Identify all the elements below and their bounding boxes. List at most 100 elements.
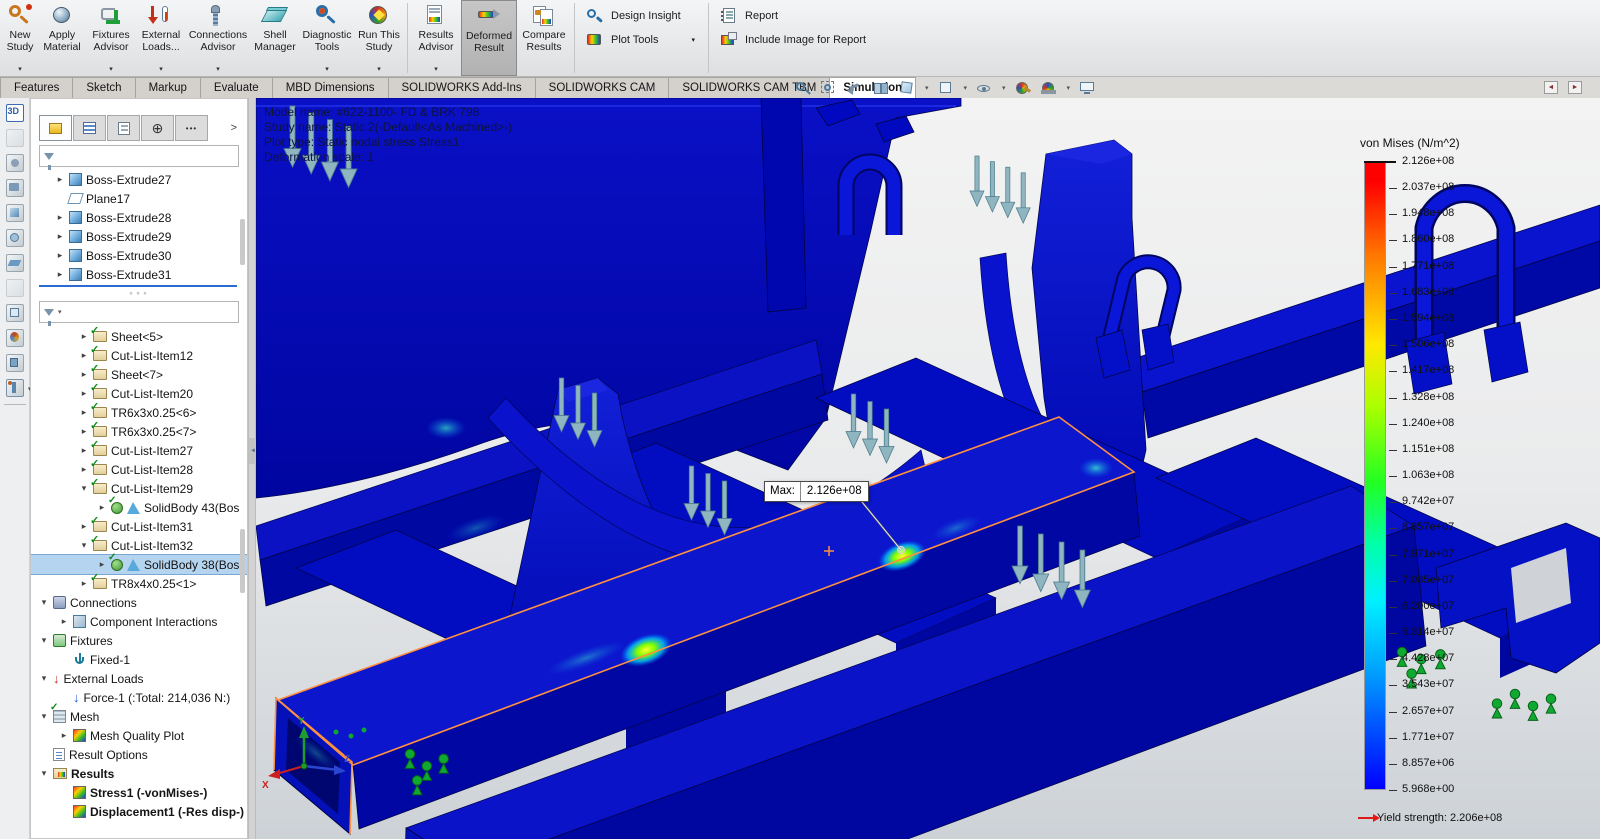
expand-icon[interactable]: ▸ [79, 388, 89, 399]
panel-tab-more[interactable]: ••• [175, 115, 208, 141]
panel-tab-propertymanager[interactable] [73, 115, 106, 141]
previous-view-icon[interactable] [847, 81, 864, 96]
expand-icon[interactable]: ▾ [39, 597, 49, 608]
sidebar-tool-icon-10[interactable] [5, 328, 25, 348]
sidebar-tool-icon-7[interactable] [5, 253, 25, 273]
expand-icon[interactable]: ▸ [79, 350, 89, 361]
tab-markup[interactable]: Markup [135, 77, 201, 98]
expand-icon[interactable]: ▾ [39, 635, 49, 646]
run-this-study-button[interactable]: Run This Study ▾ [354, 0, 404, 76]
tree-item-boss-extrude30[interactable]: ▸ Boss-Extrude30 [31, 246, 247, 265]
include-image-for-report-button[interactable]: Include Image for Report [720, 32, 866, 48]
expand-icon[interactable]: ▸ [79, 445, 89, 456]
dropdown-icon[interactable]: ▾ [18, 66, 22, 76]
expand-icon[interactable]: ▸ [79, 578, 89, 589]
tab-scroll-right-button[interactable]: ► [1568, 81, 1582, 94]
panel-viewport-splitter[interactable]: ◄ [248, 98, 257, 839]
dropdown-icon[interactable]: ▾ [58, 308, 62, 316]
dropdown-icon[interactable]: ▾ [216, 66, 220, 76]
tree-item-displacement1[interactable]: Displacement1 (-Res disp-) [31, 802, 247, 821]
deformed-result-button[interactable]: Deformed Result [461, 0, 517, 76]
tree-item-component-interactions[interactable]: ▸ Component Interactions [31, 612, 247, 631]
expand-icon[interactable]: ▾ [39, 673, 49, 684]
panel-tab-configurationmanager[interactable] [107, 115, 140, 141]
fixtures-advisor-button[interactable]: Fixtures Advisor ▾ [86, 0, 136, 76]
tree-item-cutlist12[interactable]: ▸Cut-List-Item12 [31, 343, 247, 365]
expand-icon[interactable]: ▸ [97, 559, 107, 570]
tree-item-cutlist31[interactable]: ▸Cut-List-Item31 [31, 514, 247, 536]
view-orientation-icon[interactable] [899, 80, 916, 96]
sidebar-tool-icon-6[interactable] [5, 228, 25, 248]
dropdown-icon[interactable]: ▾ [1002, 84, 1006, 92]
display-style-icon[interactable] [938, 81, 955, 96]
dropdown-icon[interactable]: ▾ [925, 84, 929, 92]
tree-item-stress1[interactable]: Stress1 (-vonMises-) [31, 783, 247, 802]
edit-appearance-icon[interactable] [1015, 81, 1032, 96]
sidebar-tool-icon-12[interactable]: ▾ [5, 378, 32, 398]
dropdown-icon[interactable]: ▾ [377, 66, 381, 76]
graphics-viewport[interactable]: X Y Z Model name: #622-1100- FD & BRK 79… [256, 98, 1600, 839]
panel-scrollbar-thumb[interactable] [240, 219, 245, 265]
sidebar-tool-icon-4[interactable] [5, 178, 25, 198]
expand-icon[interactable]: ▸ [79, 464, 89, 475]
tab-sketch[interactable]: Sketch [73, 77, 136, 98]
expand-icon[interactable]: ▸ [59, 730, 69, 741]
zoom-to-area-icon[interactable] [821, 80, 838, 96]
sidebar-tool-icon-9[interactable] [5, 303, 25, 323]
diagnostic-tools-button[interactable]: Diagnostic Tools ▾ [300, 0, 354, 76]
expand-icon[interactable]: ▾ [39, 711, 49, 722]
expand-icon[interactable]: ▸ [79, 426, 89, 437]
tab-evaluate[interactable]: Evaluate [200, 77, 273, 98]
tree-item-result-options[interactable]: Result Options [31, 745, 247, 764]
report-button[interactable]: Report [720, 8, 866, 24]
tab-scroll-left-button[interactable]: ◄ [1544, 81, 1558, 94]
simulation-tree-filter[interactable]: ▾ [39, 301, 239, 326]
panel-scrollbar-thumb[interactable] [240, 529, 245, 593]
panel-splitter-handle[interactable]: ∘∘∘ [31, 287, 247, 299]
tree-item-external-loads[interactable]: ▾ ↓ External Loads [31, 669, 247, 688]
tree-item-sheet5[interactable]: ▸Sheet<5> [31, 324, 247, 346]
tree-item-connections[interactable]: ▾ Connections [31, 593, 247, 612]
dropdown-icon[interactable]: ▾ [109, 66, 113, 76]
new-study-button[interactable]: New Study ▾ [2, 0, 38, 76]
expand-icon[interactable]: ▸ [79, 407, 89, 418]
tab-features[interactable]: Features [0, 77, 74, 98]
expand-icon[interactable]: ▾ [79, 483, 89, 494]
compare-results-button[interactable]: Compare Results [517, 0, 571, 76]
tree-item-boss-extrude28[interactable]: ▸ Boss-Extrude28 [31, 208, 247, 227]
section-view-icon[interactable] [873, 81, 890, 96]
apply-scene-icon[interactable] [1040, 81, 1058, 96]
tree-item-cutlist20[interactable]: ▸Cut-List-Item20 [31, 381, 247, 403]
tree-item-boss-extrude31[interactable]: ▸ Boss-Extrude31 [31, 265, 247, 284]
tree-item-mesh[interactable]: ▾Mesh [31, 702, 247, 726]
expand-icon[interactable]: ▸ [59, 616, 69, 627]
hide-show-items-icon[interactable] [976, 81, 993, 96]
tree-item-results[interactable]: ▾ Results [31, 764, 247, 783]
tree-item-boss-extrude29[interactable]: ▸ Boss-Extrude29 [31, 227, 247, 246]
tab-solidworks-add-ins[interactable]: SOLIDWORKS Add-Ins [388, 77, 536, 98]
tree-item-tr6x3-7[interactable]: ▸TR6x3x0.25<7> [31, 419, 247, 441]
dropdown-icon[interactable]: ▾ [159, 66, 163, 76]
tree-item-tr6x3-6[interactable]: ▸TR6x3x0.25<6> [31, 400, 247, 422]
dropdown-icon[interactable]: ▾ [692, 36, 696, 44]
expand-icon[interactable]: ▸ [55, 231, 65, 242]
sidebar-tool-icon-3[interactable] [5, 153, 25, 173]
connections-advisor-button[interactable]: Connections Advisor ▾ [186, 0, 250, 76]
expand-icon[interactable]: ▾ [39, 768, 49, 779]
sidebar-tool-icon-2[interactable] [5, 128, 25, 148]
sidebar-tool-icon-5[interactable] [5, 203, 25, 223]
panel-expand-chevron[interactable]: > [227, 122, 241, 134]
expand-icon[interactable]: ▸ [55, 269, 65, 280]
panel-tab-dimxpertmanager[interactable]: ⊕ [141, 115, 174, 141]
feature-tree-filter[interactable] [39, 145, 239, 170]
results-advisor-button[interactable]: Results Advisor ▾ [411, 0, 461, 76]
expand-icon[interactable]: ▸ [97, 502, 107, 513]
3d-drawing-views-icon[interactable]: 3D [5, 103, 25, 123]
expand-icon[interactable]: ▸ [79, 369, 89, 380]
tree-item-solidbody43[interactable]: ▸SolidBody 43(Bos [31, 495, 247, 517]
tree-item-force-1[interactable]: ↓ Force-1 (:Total: 214,036 N:) [31, 688, 247, 707]
expand-icon[interactable]: ▾ [79, 540, 89, 551]
tree-item-fixed-1[interactable]: Fixed-1 [31, 650, 247, 669]
tree-item-tr8x4[interactable]: ▸TR8x4x0.25<1> [31, 571, 247, 593]
sidebar-tool-icon-8[interactable] [5, 278, 25, 298]
